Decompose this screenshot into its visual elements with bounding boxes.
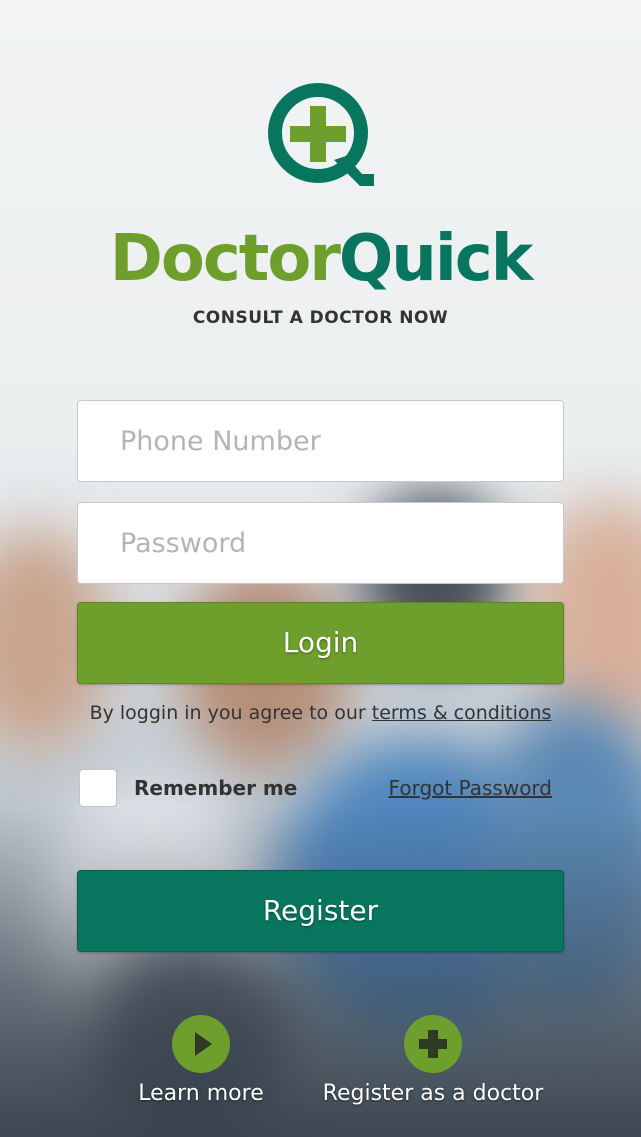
plus-icon[interactable]: [404, 1015, 462, 1073]
remember-me-label[interactable]: Remember me: [134, 776, 297, 800]
register-as-doctor-link[interactable]: Register as a doctor: [318, 1015, 548, 1106]
learn-more-link[interactable]: Learn more: [120, 1015, 282, 1106]
brand-name: DoctorQuick: [0, 222, 641, 296]
terms-link[interactable]: terms & conditions: [372, 702, 552, 724]
phone-number-input[interactable]: [77, 400, 564, 482]
learn-more-label[interactable]: Learn more: [120, 1081, 282, 1106]
forgot-password-link[interactable]: Forgot Password: [389, 776, 552, 800]
register-as-doctor-label[interactable]: Register as a doctor: [318, 1081, 548, 1106]
brand-name-part2: Quick: [338, 222, 533, 296]
password-input[interactable]: [77, 502, 564, 584]
brand-tagline: CONSULT A DOCTOR NOW: [192, 308, 449, 328]
doctorquick-logo-icon: [268, 83, 374, 186]
brand-name-part1: Doctor: [109, 222, 341, 296]
login-button[interactable]: Login: [77, 602, 564, 684]
terms-prefix: By loggin in you agree to our: [89, 702, 372, 724]
remember-me-checkbox[interactable]: [79, 769, 117, 807]
register-button[interactable]: Register: [77, 870, 564, 952]
play-icon[interactable]: [172, 1015, 230, 1073]
terms-notice: By loggin in you agree to our terms & co…: [0, 702, 641, 724]
